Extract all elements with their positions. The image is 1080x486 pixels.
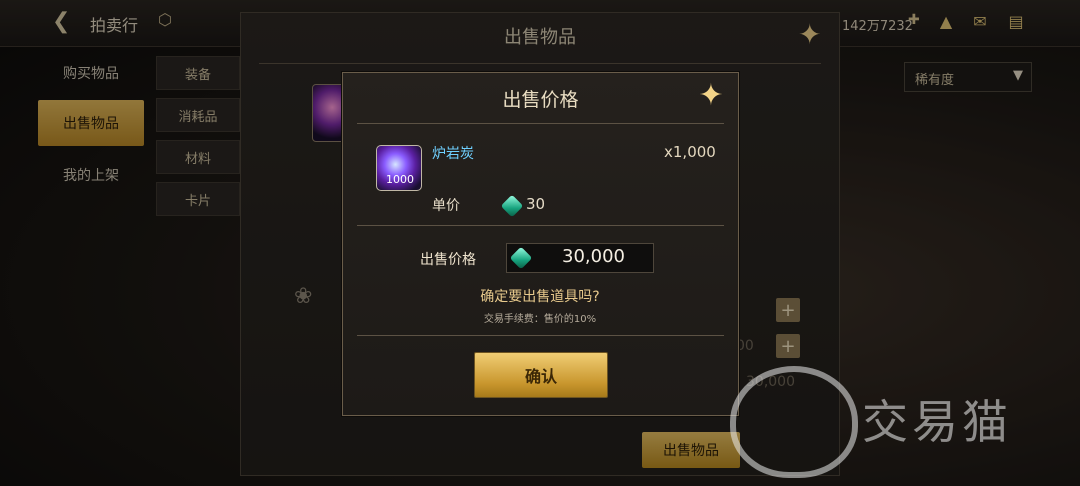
divider: [357, 335, 724, 336]
sell-price-value: 30,000: [562, 246, 625, 267]
unit-price-value: 30: [526, 195, 546, 213]
close-icon[interactable]: ✦: [696, 78, 726, 113]
divider: [357, 225, 724, 226]
watermark-text: 交易猫: [862, 395, 1012, 449]
item-quantity: x1,000: [664, 143, 716, 161]
watermark-logo: [730, 366, 858, 478]
dialog-title: 出售价格: [502, 88, 579, 111]
item-name: 炉岩炭: [432, 146, 474, 162]
confirm-question: 确定要出售道具吗?: [480, 289, 600, 305]
confirm-button[interactable]: 确认: [474, 352, 608, 398]
sell-price-label: 出售价格: [420, 252, 476, 268]
unit-price-label: 单价: [432, 198, 460, 214]
divider: [357, 123, 724, 124]
item-stack-count: 1000: [386, 173, 414, 186]
fee-note: 交易手续费：售价的10%: [483, 314, 597, 325]
